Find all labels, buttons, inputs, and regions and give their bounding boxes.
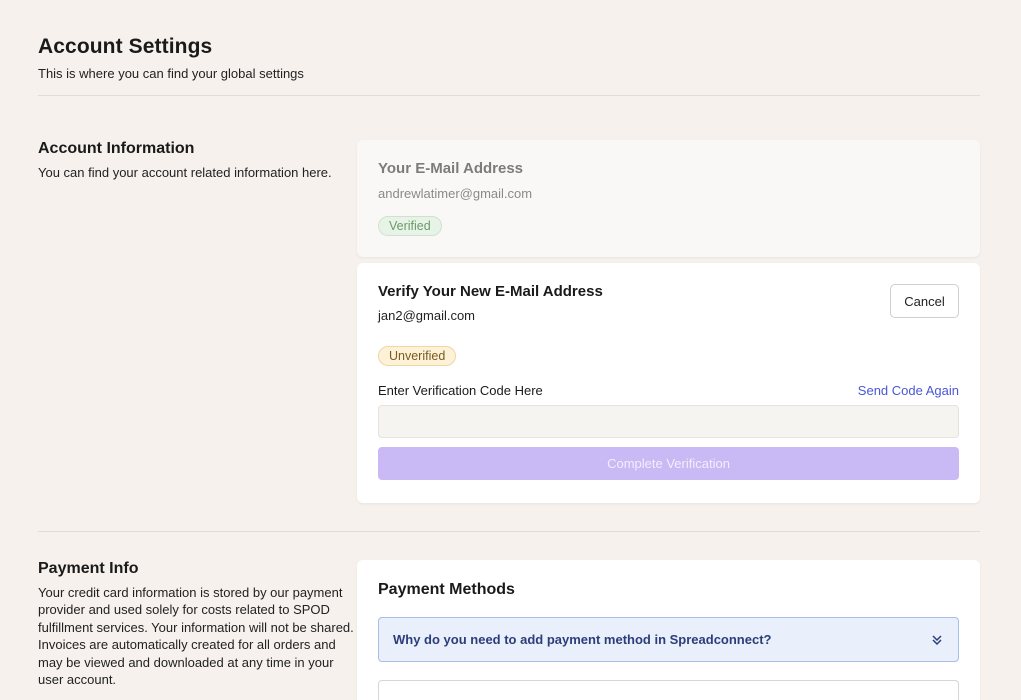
page-header: Account Settings This is where you can f… — [38, 0, 980, 96]
verification-code-input[interactable] — [378, 405, 959, 438]
section-description: You can find your account related inform… — [38, 165, 332, 180]
account-information-section: Account Information You can find your ac… — [38, 96, 980, 503]
payment-faq-accordion[interactable]: Why do you need to add payment method in… — [378, 617, 959, 662]
payment-methods-title: Payment Methods — [378, 581, 515, 598]
page-title: Account Settings — [38, 35, 213, 58]
current-email-label: Your E-Mail Address — [378, 160, 524, 177]
section-description: Your credit card information is stored b… — [38, 585, 354, 688]
section-title: Account Information — [38, 140, 195, 157]
page-subtitle: This is where you can find your global s… — [38, 66, 304, 81]
chevrons-down-icon — [932, 634, 942, 645]
unverified-badge: Unverified — [378, 346, 457, 366]
account-settings-page: Account Settings This is where you can f… — [0, 0, 1021, 700]
send-code-again-link[interactable]: Send Code Again — [858, 383, 959, 398]
payment-methods-card: Payment Methods Why do you need to add p… — [357, 560, 980, 700]
section-title: Payment Info — [38, 560, 139, 577]
verification-code-label: Enter Verification Code Here — [378, 383, 543, 398]
verify-email-title: Verify Your New E-Mail Address — [378, 283, 603, 300]
verify-email-card: Verify Your New E-Mail Address jan2@gmai… — [357, 263, 980, 503]
cancel-button[interactable]: Cancel — [890, 284, 959, 318]
payment-method-box — [378, 680, 959, 700]
current-email-card: Your E-Mail Address andrewlatimer@gmail.… — [357, 140, 980, 257]
new-email-value: jan2@gmail.com — [378, 308, 476, 323]
section-info: Payment Info Your credit card informatio… — [38, 560, 357, 700]
verification-code-row: Enter Verification Code Here Send Code A… — [378, 383, 959, 398]
verified-badge: Verified — [378, 216, 442, 236]
section-info: Account Information You can find your ac… — [38, 140, 357, 503]
section-content: Your E-Mail Address andrewlatimer@gmail.… — [357, 140, 980, 503]
current-email-value: andrewlatimer@gmail.com — [378, 186, 533, 201]
payment-info-section: Payment Info Your credit card informatio… — [38, 532, 980, 700]
faq-question: Why do you need to add payment method in… — [393, 632, 772, 647]
section-content: Payment Methods Why do you need to add p… — [357, 560, 980, 700]
complete-verification-button[interactable]: Complete Verification — [378, 447, 959, 480]
